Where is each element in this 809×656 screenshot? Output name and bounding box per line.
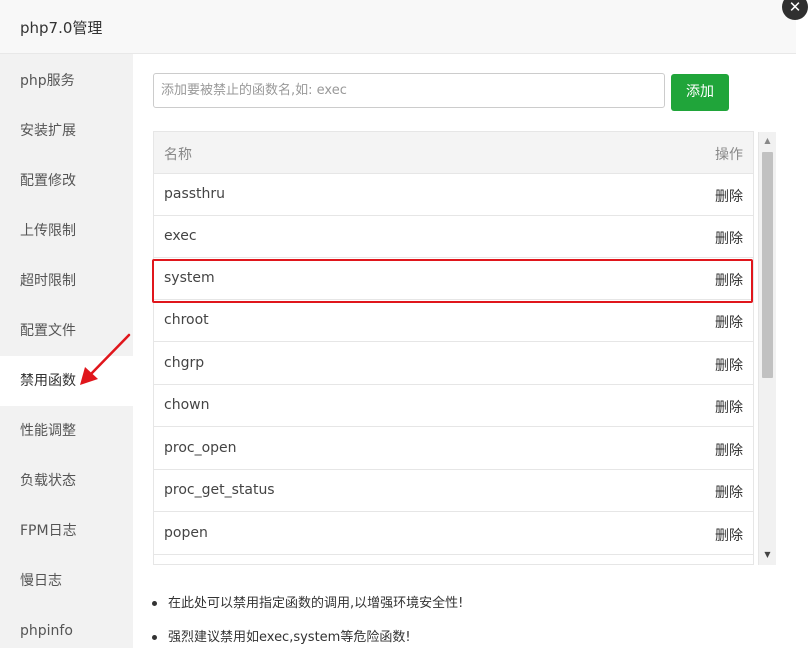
function-name: chown — [164, 397, 210, 413]
sidebar-item-config-modify[interactable]: 配置修改 — [0, 156, 133, 206]
table-row: passthru 删除 — [154, 174, 753, 216]
red-arrow-annotation — [80, 333, 131, 385]
column-header-name: 名称 — [164, 147, 192, 163]
delete-link[interactable]: 删除 — [715, 228, 743, 248]
sidebar-item-phpinfo[interactable]: phpinfo — [0, 606, 133, 656]
table-row: exec 删除 — [154, 216, 753, 258]
function-name: chroot — [164, 312, 209, 328]
table-row — [154, 555, 753, 564]
highlight-box-system-row — [152, 259, 753, 303]
close-icon: ✕ — [788, 0, 802, 16]
table-row: chgrp 删除 — [154, 343, 753, 385]
table-row: chroot 删除 — [154, 300, 753, 342]
window-titlebar: php7.0管理 — [0, 0, 796, 54]
function-name: chgrp — [164, 355, 205, 371]
sidebar-item-upload-limit[interactable]: 上传限制 — [0, 206, 133, 256]
column-header-action: 操作 — [715, 147, 743, 163]
table-header: 名称 操作 — [154, 132, 753, 174]
sidebar-item-install-extension[interactable]: 安装扩展 — [0, 106, 133, 156]
delete-link[interactable]: 删除 — [715, 355, 743, 375]
table-scrollbar[interactable]: ▲ ▼ — [758, 132, 776, 565]
note-text: 强烈建议禁用如exec,system等危险函数! — [168, 630, 411, 645]
sidebar-item-slow-log[interactable]: 慢日志 — [0, 556, 133, 606]
delete-link[interactable]: 删除 — [715, 186, 743, 206]
note-item: 强烈建议禁用如exec,system等危险函数! — [152, 626, 552, 645]
delete-link[interactable]: 删除 — [715, 440, 743, 460]
function-name-input[interactable] — [153, 73, 665, 108]
note-item: 在此处可以禁用指定函数的调用,以增强环境安全性! — [152, 592, 552, 611]
window-title: php7.0管理 — [20, 19, 103, 37]
sidebar-item-fpm-log[interactable]: FPM日志 — [0, 506, 133, 556]
sidebar-item-timeout-limit[interactable]: 超时限制 — [0, 256, 133, 306]
function-name: proc_get_status — [164, 482, 275, 498]
table-row: chown 删除 — [154, 385, 753, 427]
table-row: proc_open 删除 — [154, 428, 753, 470]
delete-link[interactable]: 删除 — [715, 482, 743, 502]
delete-link[interactable]: 删除 — [715, 397, 743, 417]
bullet-icon — [152, 601, 157, 606]
add-button[interactable]: 添加 — [671, 74, 729, 111]
table-row: proc_get_status 删除 — [154, 470, 753, 512]
delete-link[interactable]: 删除 — [715, 312, 743, 332]
sidebar-item-php-service[interactable]: php服务 — [0, 56, 133, 106]
scroll-thumb[interactable] — [762, 152, 773, 378]
function-name: popen — [164, 525, 208, 541]
function-name: exec — [164, 228, 197, 244]
note-text: 在此处可以禁用指定函数的调用,以增强环境安全性! — [168, 596, 464, 611]
close-button[interactable]: ✕ — [782, 0, 808, 20]
chevron-up-icon[interactable]: ▲ — [759, 132, 776, 150]
delete-link[interactable]: 删除 — [715, 525, 743, 545]
function-name: proc_open — [164, 440, 237, 456]
chevron-down-icon[interactable]: ▼ — [759, 546, 776, 564]
function-name: passthru — [164, 186, 226, 202]
disabled-functions-table: 名称 操作 passthru 删除 exec 删除 system 删除 chro… — [153, 131, 754, 565]
bullet-icon — [152, 635, 157, 640]
table-row: popen 删除 — [154, 513, 753, 555]
sidebar-item-load-status[interactable]: 负载状态 — [0, 456, 133, 506]
main-panel: 添加 名称 操作 passthru 删除 exec 删除 system 删除 c… — [133, 54, 796, 648]
sidebar-item-performance[interactable]: 性能调整 — [0, 406, 133, 456]
